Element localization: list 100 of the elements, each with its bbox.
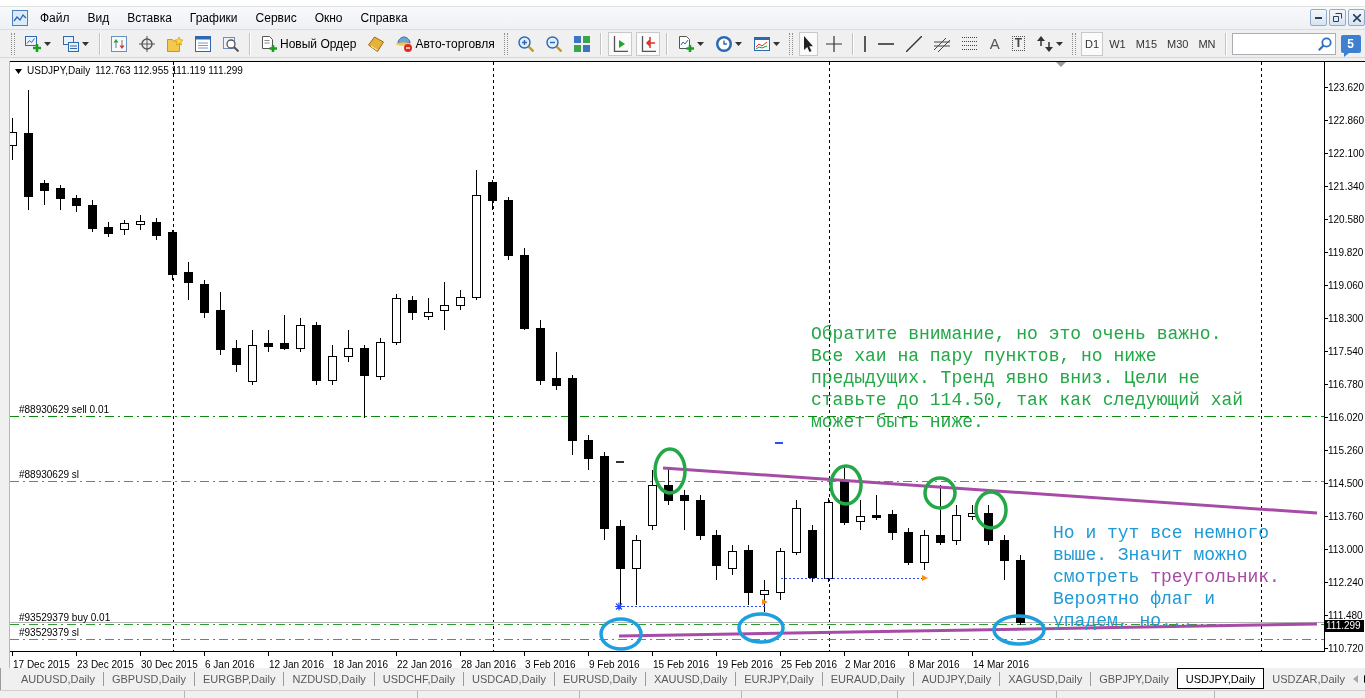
date-label: 23 Dec 2015 — [77, 659, 134, 670]
highlight-ellipse — [829, 464, 863, 506]
chart-tab[interactable]: XAUUSD,Daily — [645, 668, 736, 690]
hat-stop-icon — [396, 35, 413, 52]
order-label: #88930629 sell 0.01 — [19, 404, 110, 415]
vertical-line-icon — [863, 35, 866, 52]
chart-tab[interactable]: USDZAR,Daily — [1264, 668, 1353, 690]
price-label: 116.780 — [1328, 379, 1364, 390]
arrows-board-icon — [111, 35, 127, 52]
toolbar-grip[interactable] — [788, 32, 793, 55]
menu-item[interactable]: Графики — [180, 8, 247, 28]
chart-tab[interactable]: NZDUSD,Daily — [284, 668, 374, 690]
price-label: 123.620 — [1328, 82, 1365, 93]
trade-marker-icon — [614, 601, 624, 612]
chart-tab[interactable]: GBPJPY,Daily — [1091, 668, 1177, 690]
shift-marker-icon[interactable] — [1056, 62, 1066, 67]
chart-tab[interactable]: EURGBP,Daily — [194, 668, 284, 690]
period-button[interactable]: D1 — [1081, 31, 1104, 56]
search-icon[interactable] — [1317, 36, 1332, 51]
symbol-label: USDJPY,Daily — [27, 65, 91, 77]
date-label: 19 Feb 2016 — [717, 659, 774, 670]
date-label: 14 Mar 2016 — [973, 659, 1030, 670]
price-label: 119.060 — [1328, 280, 1364, 291]
magnifier-window-icon — [223, 35, 239, 52]
chart-tab[interactable]: AUDJPY,Daily — [913, 668, 1000, 690]
axis-arrow-icon — [639, 35, 656, 52]
menu-item[interactable]: Вставка — [118, 8, 181, 28]
date-label: 30 Dec 2015 — [141, 659, 198, 670]
chart-window-icon — [753, 35, 770, 52]
period-button[interactable]: M30 — [1163, 31, 1193, 56]
menu-item[interactable]: Сервис — [246, 8, 306, 28]
cross-icon — [825, 35, 842, 52]
dash-marker-icon — [616, 461, 624, 463]
period-button[interactable]: MN — [1194, 31, 1220, 56]
auto-scroll-button[interactable] — [635, 31, 660, 56]
caret-down-icon — [696, 41, 704, 46]
chart-tab[interactable]: USDCAD,Daily — [463, 668, 554, 690]
annotation-text: Обратите внимание, но это очень важно. Все хаи на пару пунктов, но ниже предыдущих. Тренд явно вниз. Цели не ставьте до 114.50, так как следующий хай может быть ниже. — [811, 323, 1244, 433]
chart-window-icon[interactable] — [12, 10, 28, 26]
dash-marker-icon — [775, 442, 783, 444]
price-label: 113.000 — [1328, 544, 1364, 555]
toolbar-grip[interactable] — [11, 32, 15, 55]
search-field[interactable] — [1231, 32, 1336, 55]
minimize-icon — [1315, 16, 1322, 19]
order-label: #93529379 sl — [19, 627, 80, 638]
price-label: 118.300 — [1328, 313, 1364, 324]
close-button[interactable] — [1348, 9, 1365, 26]
list-window-icon — [195, 35, 211, 52]
cursor-tool-button[interactable] — [798, 31, 818, 56]
chart-tab[interactable]: EURUSD,Daily — [554, 668, 645, 690]
price-label: 122.860 — [1328, 115, 1365, 126]
caret-down-icon — [734, 41, 742, 46]
chart-tab[interactable]: GBPUSD,Daily — [103, 668, 194, 690]
toolbar-grip[interactable] — [503, 32, 508, 55]
horizontal-line-icon — [877, 42, 894, 45]
chart-tab[interactable]: AUDUSD,Daily — [13, 668, 103, 690]
period-button[interactable]: W1 — [1105, 31, 1130, 56]
zoom-out-icon — [545, 35, 562, 52]
restore-button[interactable] — [1329, 9, 1346, 26]
caret-down-icon — [82, 41, 89, 46]
period-button[interactable]: M15 — [1131, 31, 1162, 56]
menu-item[interactable]: Окно — [305, 8, 352, 28]
highlight-ellipse — [923, 476, 957, 510]
caret-down-icon[interactable] — [15, 68, 22, 74]
price-label: 110.720 — [1328, 643, 1364, 654]
chart-tab[interactable]: EURAUD,Daily — [822, 668, 913, 690]
caret-down-icon — [772, 41, 780, 46]
crosshair-icon — [139, 35, 155, 52]
price-label: 121.340 — [1328, 181, 1365, 192]
book-icon — [368, 35, 385, 52]
highlight-ellipse — [653, 447, 687, 495]
chart-tab[interactable]: USDJPY,Daily — [1176, 668, 1265, 689]
highlight-ellipse — [737, 612, 785, 644]
price-label: 120.580 — [1328, 214, 1365, 225]
chart-shift-button[interactable] — [607, 31, 632, 56]
date-label: 8 Mar 2016 — [909, 659, 960, 670]
menu-item[interactable]: Вид — [78, 8, 119, 28]
chart-tab[interactable]: EURJPY,Daily — [736, 668, 822, 690]
axis-triangle-icon — [611, 35, 628, 52]
price-label: 115.260 — [1328, 445, 1364, 456]
up-down-arrows-icon — [1037, 35, 1054, 52]
chart-tab[interactable]: USDCHF,Daily — [374, 668, 463, 690]
date-label: 25 Feb 2016 — [781, 659, 838, 670]
date-label: 6 Jan 2016 — [205, 659, 255, 670]
auto-trading-button[interactable]: Авто-торговля — [392, 31, 499, 56]
clock-icon — [715, 35, 732, 52]
price-label: 122.100 — [1328, 148, 1365, 159]
menu-item[interactable]: Справка — [351, 8, 417, 28]
menu-item[interactable]: Файл — [31, 8, 79, 28]
toolbar-grip[interactable] — [1072, 32, 1077, 55]
new-order-button[interactable]: Новый Ордер — [257, 31, 361, 56]
date-label: 2 Mar 2016 — [845, 659, 896, 670]
minimize-button[interactable] — [1310, 9, 1327, 26]
caret-down-icon — [1056, 41, 1064, 46]
price-label: 111.480 — [1328, 610, 1363, 621]
text-label-tool-button[interactable]: T — [1007, 31, 1030, 56]
text-tool-button[interactable]: A — [985, 31, 1004, 56]
trade-marker-icon — [922, 575, 928, 581]
chart-tab[interactable]: XAGUSD,Daily — [1000, 668, 1091, 690]
zoom-in-icon — [517, 35, 534, 52]
